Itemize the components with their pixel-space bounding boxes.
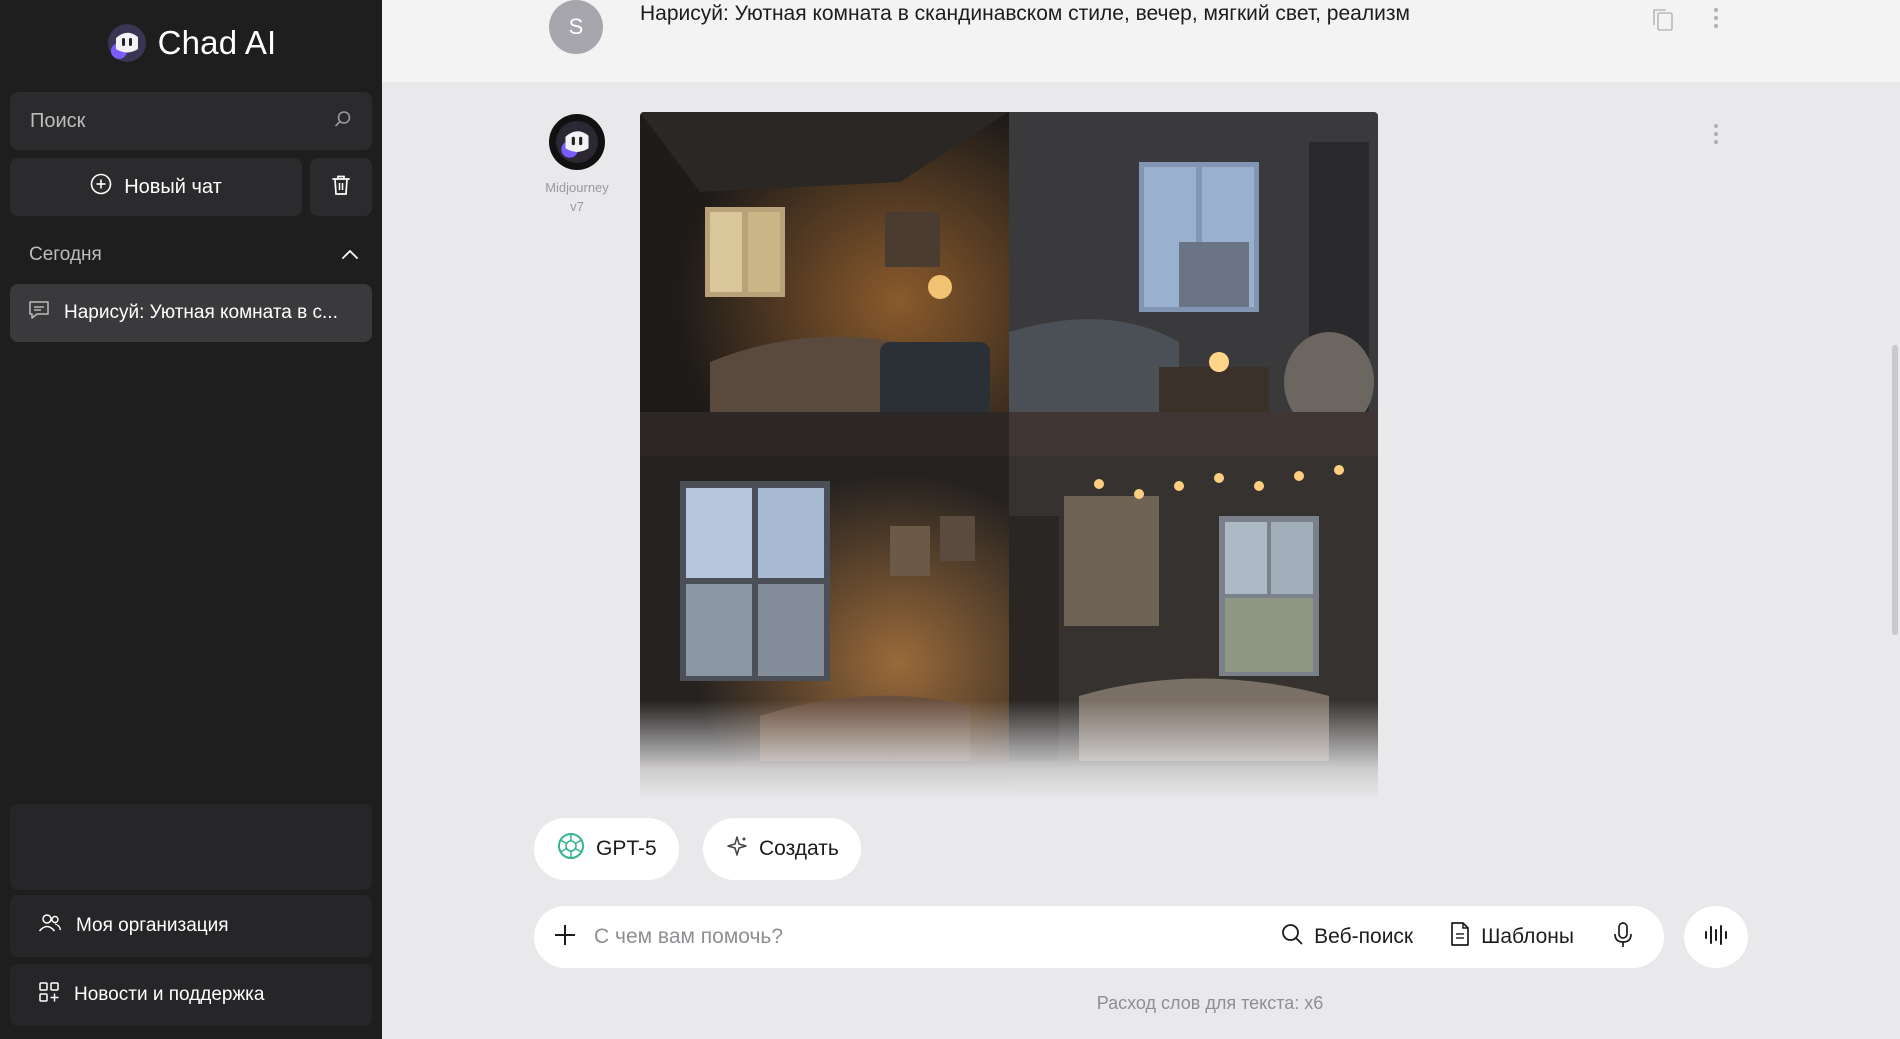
word-usage-note: Расход слов для текста: x6 [1096,993,1324,1013]
search-icon[interactable] [334,110,352,133]
users-icon [38,913,62,939]
image-fade-overlay [640,700,1378,800]
more-vertical-icon[interactable] [1706,6,1726,35]
plus-circle-icon [90,173,112,201]
document-icon [1449,921,1471,953]
chat-item-label: Нарисуй: Уютная комната в с... [64,302,338,323]
delete-chats-button[interactable] [310,158,372,216]
scrollbar-thumb[interactable] [1892,345,1898,635]
sidebar-promo-area [10,804,372,890]
sidebar-search[interactable] [10,92,372,150]
mic-icon[interactable] [1612,921,1634,954]
bot-name-line1: Midjourney [545,180,609,195]
message-composer: Веб-поиск Шаблоны [534,906,1664,968]
bot-name-line2: v7 [570,199,584,214]
sidebar-chat-item[interactable]: Нарисуй: Уютная комната в с... [10,284,372,342]
create-chip[interactable]: Создать [703,818,861,880]
generated-image-1[interactable] [640,112,1009,456]
templates-label: Шаблоны [1481,925,1574,948]
templates-button[interactable]: Шаблоны [1449,921,1574,953]
footer-note: Расход слов для текста: x6 [382,993,1900,1014]
model-selector-chip[interactable]: GPT-5 [534,818,679,880]
my-organization-button[interactable]: Моя организация [10,895,372,957]
model-chip-label: GPT-5 [596,837,657,860]
generated-image-2[interactable] [1009,112,1378,456]
chevron-up-icon[interactable] [341,244,359,266]
web-search-button[interactable]: Веб-поиск [1280,922,1413,952]
openai-icon [556,831,586,867]
new-chat-label: Новый чат [124,175,222,198]
plus-icon[interactable] [552,922,578,953]
user-initial: S [568,14,584,39]
more-vertical-icon[interactable] [1706,122,1726,151]
section-title: Сегодня [29,244,102,265]
user-avatar: S [549,0,603,54]
new-chat-button[interactable]: Новый чат [10,158,302,216]
chat-bubble-icon [28,300,50,326]
generated-image-grid[interactable] [640,112,1378,800]
copy-icon[interactable] [1650,6,1676,39]
app-title: Chad AI [157,24,277,61]
my-organization-label: Моя организация [76,915,229,936]
search-icon [1280,922,1304,952]
bot-model-name: Midjourney v7 [530,178,624,216]
news-support-label: Новости и поддержка [74,984,265,1005]
user-message-text: Нарисуй: Уютная комната в скандинавском … [640,2,1410,25]
midjourney-avatar [549,114,605,170]
grid-plus-icon [38,981,60,1009]
message-input[interactable] [594,925,1245,949]
brand[interactable]: Chad AI [0,22,382,64]
voice-mode-button[interactable] [1684,906,1748,968]
search-input[interactable] [30,109,334,133]
waveform-icon [1703,923,1729,952]
trash-icon [331,174,351,201]
section-today[interactable]: Сегодня [29,244,359,266]
news-support-button[interactable]: Новости и поддержка [10,964,372,1026]
create-chip-label: Создать [759,837,839,860]
sidebar: Chad AI Новый чат Сегодня Нарисуй: Уютна… [0,0,382,1039]
chad-ai-logo-icon [106,22,148,64]
web-search-label: Веб-поиск [1314,925,1414,948]
sparkle-icon [725,834,749,864]
